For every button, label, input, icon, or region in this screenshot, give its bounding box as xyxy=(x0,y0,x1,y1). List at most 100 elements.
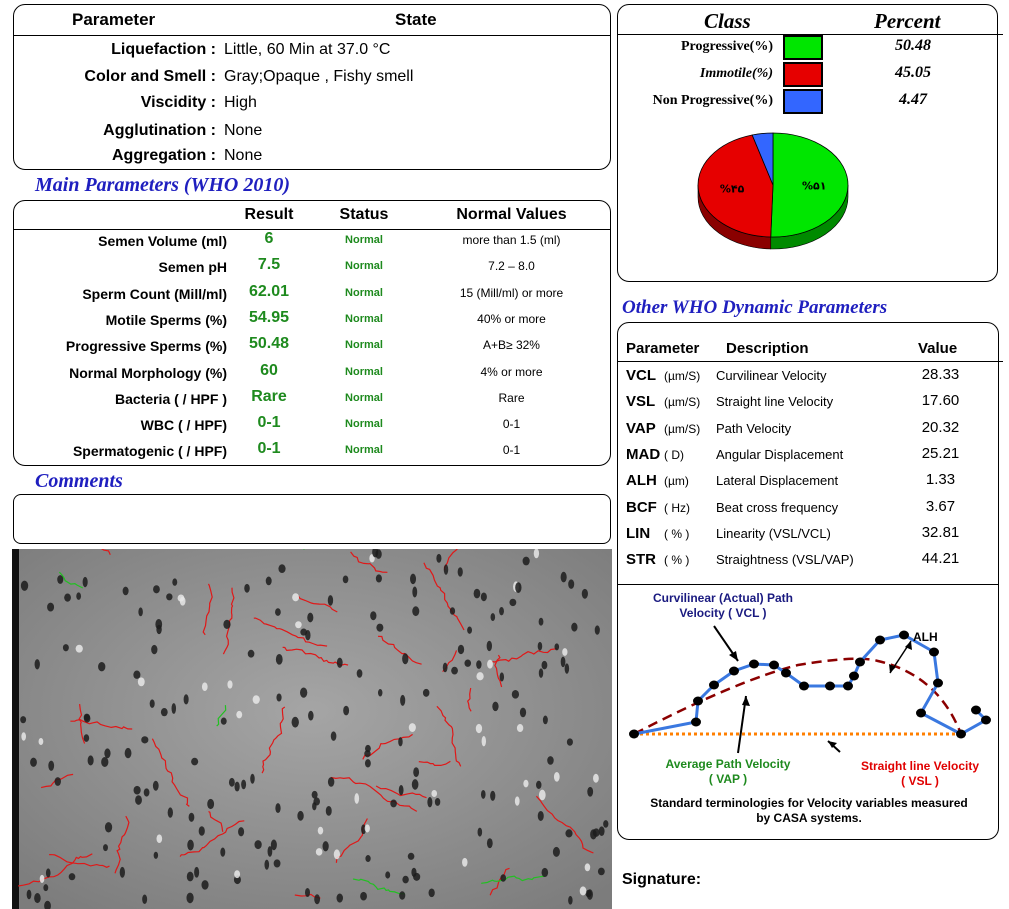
physical-header-state: State xyxy=(395,10,437,29)
main-table-row: Motile Sperms (%) 54.95 Normal 40% or more xyxy=(14,308,612,334)
sperm-cell xyxy=(385,871,391,879)
vcl-node xyxy=(781,668,791,678)
dynamic-unit: ( % ) xyxy=(664,553,690,568)
sperm-cell xyxy=(305,629,311,641)
dynamic-value: 17.60 xyxy=(921,392,960,410)
sperm-cell xyxy=(412,586,418,598)
sperm-cell xyxy=(124,747,132,759)
sperm-cell xyxy=(457,567,463,577)
vcl-label: Curvilinear (Actual) Path Velocity ( VCL… xyxy=(618,591,828,621)
sperm-cell xyxy=(487,659,493,669)
dynamic-value: 1.33 xyxy=(925,471,956,489)
sperm-cell xyxy=(104,748,111,759)
sperm-cell xyxy=(519,707,527,718)
physical-row: Liquefaction : Little, 60 Min at 37.0 °C xyxy=(14,41,612,61)
vcl-node xyxy=(769,660,779,670)
dynamic-row: VSL (µm/S) Straight line Velocity 17.60 xyxy=(618,389,998,415)
vcl-node xyxy=(825,681,835,691)
sperm-cell xyxy=(537,641,543,651)
sperm-cell xyxy=(295,621,302,629)
main-table-row: Semen Volume (ml) 6 Normal more than 1.5 (m… xyxy=(14,229,612,255)
sperm-cell xyxy=(585,889,592,898)
vap-label: Average Path Velocity ( VAP ) xyxy=(638,757,818,787)
sperm-cell xyxy=(480,592,487,602)
main-row-name: Semen Volume (ml) xyxy=(98,233,227,249)
physical-header-divider xyxy=(14,35,610,36)
sperm-cell xyxy=(398,737,403,747)
dynamic-unit: (µm/S) xyxy=(664,421,701,436)
vcl-node xyxy=(929,647,939,657)
sperm-cell xyxy=(410,573,417,585)
main-table-row: Bacteria ( / HPF ) Rare Normal Rare xyxy=(14,387,612,413)
sperm-cell xyxy=(264,859,270,870)
physical-value: High xyxy=(224,94,257,111)
vcl-node xyxy=(709,680,719,690)
physical-label: Viscidity : xyxy=(140,94,216,111)
main-table-row: WBC ( / HPF) 0-1 Normal 0-1 xyxy=(14,413,612,439)
dynamic-description: Curvilinear Velocity xyxy=(716,368,827,383)
main-row-result: Rare xyxy=(251,387,287,405)
main-row-status: Normal xyxy=(345,312,383,325)
dynamic-abbr: MAD xyxy=(626,445,661,463)
vap-curve xyxy=(633,657,963,736)
sperm-cell xyxy=(220,847,226,857)
main-col-normal: Normal Values xyxy=(456,206,567,223)
sperm-cell xyxy=(119,866,125,878)
dynamic-header-divider xyxy=(618,361,1003,362)
sperm-cell xyxy=(333,849,340,860)
sperm-cell xyxy=(442,662,448,673)
sperm-cell xyxy=(133,670,141,679)
sperm-cell xyxy=(156,624,162,635)
sperm-cell xyxy=(477,827,483,837)
main-row-name: Bacteria ( / HPF ) xyxy=(114,390,227,407)
sperm-cell xyxy=(516,724,524,733)
vcl-node xyxy=(691,717,701,727)
sperm-cell xyxy=(141,736,149,744)
sperm-cell xyxy=(476,660,482,669)
main-row-normal: A+B≥ 32% xyxy=(483,338,540,353)
main-col-status: Status xyxy=(339,206,389,223)
sperm-cell xyxy=(198,826,205,836)
dynamic-row: VCL (µm/S) Curvilinear Velocity 28.33 xyxy=(618,363,998,389)
sperm-cell xyxy=(325,805,332,816)
pie-slice-label: %۴۵ xyxy=(720,183,745,196)
diagram-caption-line1: Standard terminologies for Velocity vari… xyxy=(650,796,968,810)
sperm-cell xyxy=(234,870,241,879)
sperm-cell xyxy=(228,777,235,787)
sperm-cell xyxy=(436,553,442,563)
sperm-cell xyxy=(327,777,335,787)
sperm-cell xyxy=(541,660,548,670)
sperm-cell xyxy=(541,867,549,878)
sperm-cell xyxy=(343,705,350,716)
sperm-cell xyxy=(480,789,486,799)
dynamic-description: Linearity (VSL/VCL) xyxy=(716,525,831,541)
sperm-cell xyxy=(509,598,517,607)
sperm-cell xyxy=(475,723,483,734)
main-row-status: Normal xyxy=(345,391,383,404)
main-row-result: 7.5 xyxy=(257,256,281,274)
dynamic-abbr: LIN xyxy=(626,524,651,542)
sperm-cell xyxy=(481,736,487,747)
vcl-node xyxy=(971,705,981,715)
main-table-row: Sperm Count (Mill/ml) 62.01 Normal 15 (Mill… xyxy=(14,282,612,308)
sperm-cell xyxy=(522,556,530,566)
sperm-cell xyxy=(566,738,573,746)
sperm-cell xyxy=(422,688,430,697)
sperm-cell xyxy=(98,662,106,672)
sperm-cell xyxy=(592,828,600,837)
sperm-cell xyxy=(547,756,554,765)
sperm-cell xyxy=(223,619,231,630)
dynamic-row: VAP (µm/S) Path Velocity 20.32 xyxy=(618,416,998,442)
sperm-cell xyxy=(499,672,505,682)
sperm-cell xyxy=(292,593,300,602)
sperm-cell xyxy=(533,549,540,559)
sperm-cell xyxy=(398,785,404,796)
sperm-cell xyxy=(179,596,186,606)
sperm-cell xyxy=(411,779,419,790)
sperm-cell xyxy=(554,643,560,651)
sperm-cell xyxy=(327,595,334,606)
sperm-cell xyxy=(275,803,281,814)
physical-row: Color and Smell : Gray;Opaque , Fishy sme… xyxy=(14,68,612,88)
dynamic-abbr: VSL xyxy=(626,393,656,411)
sperm-cell xyxy=(584,863,591,872)
